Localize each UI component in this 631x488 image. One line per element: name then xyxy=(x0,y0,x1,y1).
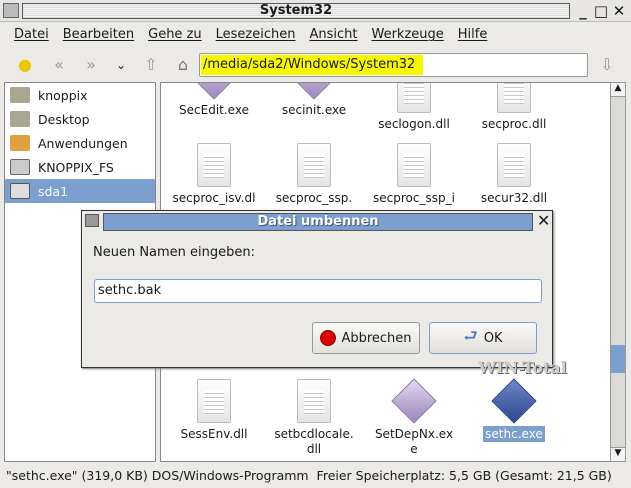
sidebar-item-sda1[interactable]: sda1 xyxy=(5,179,155,203)
stop-icon xyxy=(320,330,337,346)
executable-icon xyxy=(191,83,237,100)
location-path: /media/sda2/Windows/System32 xyxy=(201,55,424,75)
sidebar-item-label: Anwendungen xyxy=(38,135,128,151)
scroll-up-button[interactable]: ▲ xyxy=(611,83,625,97)
return-arrow-icon: ⮐ xyxy=(463,325,478,345)
file-item[interactable]: SetDepNx.ex e xyxy=(366,378,462,457)
menu-datei[interactable]: Datei xyxy=(14,24,49,46)
file-item[interactable]: secproc_isv.dl xyxy=(166,143,262,206)
file-item[interactable]: secinit.exe xyxy=(266,83,362,118)
document-icon xyxy=(497,83,531,113)
file-item-selected[interactable]: sethc.exe xyxy=(466,378,562,442)
title-bar: System32 _ □ ✕ xyxy=(0,0,631,22)
drive-icon xyxy=(10,159,30,175)
forward-icon[interactable]: » xyxy=(80,54,102,76)
dialog-menu-icon[interactable] xyxy=(85,214,99,227)
desktop-folder-icon xyxy=(10,111,30,127)
window-menu-icon[interactable] xyxy=(3,3,19,18)
document-icon xyxy=(197,143,231,187)
minimize-button[interactable]: _ xyxy=(575,2,591,20)
document-icon xyxy=(497,143,531,187)
menu-bearbeiten[interactable]: Bearbeiten xyxy=(63,24,134,46)
menu-ansicht[interactable]: Ansicht xyxy=(309,24,357,46)
rename-dialog: Datei umbennen ✕ Neuen Namen eingeben: s… xyxy=(81,210,553,368)
document-icon xyxy=(197,379,231,423)
file-item[interactable]: SecEdit.exe xyxy=(166,83,262,118)
cancel-button[interactable]: Abbrechen xyxy=(312,322,420,354)
document-icon xyxy=(297,143,331,187)
up-icon[interactable]: ⇧ xyxy=(140,54,162,76)
document-icon xyxy=(397,143,431,187)
dialog-prompt: Neuen Namen eingeben: xyxy=(93,245,256,260)
ok-label: OK xyxy=(483,330,503,346)
file-label: SecEdit.exe xyxy=(179,103,249,117)
sidebar-item-label: KNOPPIX_FS xyxy=(38,159,114,175)
file-item[interactable]: secproc.dll xyxy=(466,83,562,132)
dialog-close-button[interactable]: ✕ xyxy=(537,211,550,230)
scrollbar-thumb[interactable] xyxy=(611,345,625,373)
watermark-logo: WIN-Total xyxy=(478,358,567,377)
drive-icon xyxy=(10,183,30,199)
file-label: setbcdlocale. dll xyxy=(274,427,354,456)
dialog-title: Datei umbennen xyxy=(103,213,533,231)
file-label: SessEnv.dll xyxy=(180,427,248,441)
sidebar-item-label: sda1 xyxy=(38,183,69,199)
file-item[interactable]: setbcdlocale. dll xyxy=(266,379,362,457)
file-item[interactable]: SessEnv.dll xyxy=(166,379,262,442)
sidebar-item-anwendungen[interactable]: Anwendungen xyxy=(5,131,155,155)
maximize-button[interactable]: □ xyxy=(593,2,609,20)
new-bookmark-icon[interactable]: ● xyxy=(14,54,36,76)
file-item[interactable]: seclogon.dll xyxy=(366,83,462,132)
file-label: secproc_ssp_i xyxy=(373,191,455,205)
menu-bar: Datei Bearbeiten Gehe zu Lesezeichen Ans… xyxy=(0,24,631,46)
file-label: sethc.exe xyxy=(483,426,545,442)
status-bar: "sethc.exe" (319,0 KB) DOS/Windows-Progr… xyxy=(6,468,612,483)
file-item[interactable]: secproc_ssp. xyxy=(266,143,362,206)
file-label: secur32.dll xyxy=(480,191,548,205)
sidebar-item-knoppix[interactable]: knoppix xyxy=(5,83,155,107)
close-button[interactable]: ✕ xyxy=(611,2,627,20)
file-item[interactable]: secproc_ssp_i xyxy=(366,143,462,206)
back-icon[interactable]: « xyxy=(48,54,70,76)
home-folder-icon xyxy=(10,87,30,103)
history-dropdown-icon[interactable]: ⌄ xyxy=(110,54,132,76)
cancel-label: Abbrechen xyxy=(341,330,412,346)
executable-icon xyxy=(391,378,437,424)
document-icon xyxy=(397,83,431,113)
go-icon[interactable]: ⇩ xyxy=(596,54,618,76)
file-item[interactable]: secur32.dll xyxy=(466,143,562,206)
file-label: secproc.dll xyxy=(481,117,547,131)
menu-werkzeuge[interactable]: Werkzeuge xyxy=(372,24,444,46)
window-title: System32 xyxy=(22,3,570,19)
file-label: secproc_isv.dl xyxy=(172,191,256,205)
menu-hilfe[interactable]: Hilfe xyxy=(458,24,488,46)
file-label: SetDepNx.ex e xyxy=(374,427,454,456)
file-label: secproc_ssp. xyxy=(275,191,353,205)
new-name-input[interactable]: sethc.bak xyxy=(94,279,542,303)
file-label: seclogon.dll xyxy=(378,117,450,131)
sidebar-item-knoppix-fs[interactable]: KNOPPIX_FS xyxy=(5,155,155,179)
sidebar-item-desktop[interactable]: Desktop xyxy=(5,107,155,131)
file-label: secinit.exe xyxy=(281,103,347,117)
ok-button[interactable]: ⮐ OK xyxy=(429,322,537,354)
sidebar-item-label: knoppix xyxy=(38,87,88,103)
vertical-scrollbar[interactable]: ▲ ▼ xyxy=(610,82,626,462)
menu-lesezeichen[interactable]: Lesezeichen xyxy=(216,24,296,46)
executable-icon xyxy=(491,378,537,424)
menu-gehe-zu[interactable]: Gehe zu xyxy=(148,24,202,46)
location-input[interactable]: /media/sda2/Windows/System32 xyxy=(199,53,588,77)
scroll-down-button[interactable]: ▼ xyxy=(611,447,625,461)
home-icon[interactable]: ⌂ xyxy=(172,54,194,76)
applications-icon xyxy=(10,135,30,151)
sidebar-item-label: Desktop xyxy=(38,111,90,127)
document-icon xyxy=(297,379,331,423)
executable-icon xyxy=(291,83,337,100)
